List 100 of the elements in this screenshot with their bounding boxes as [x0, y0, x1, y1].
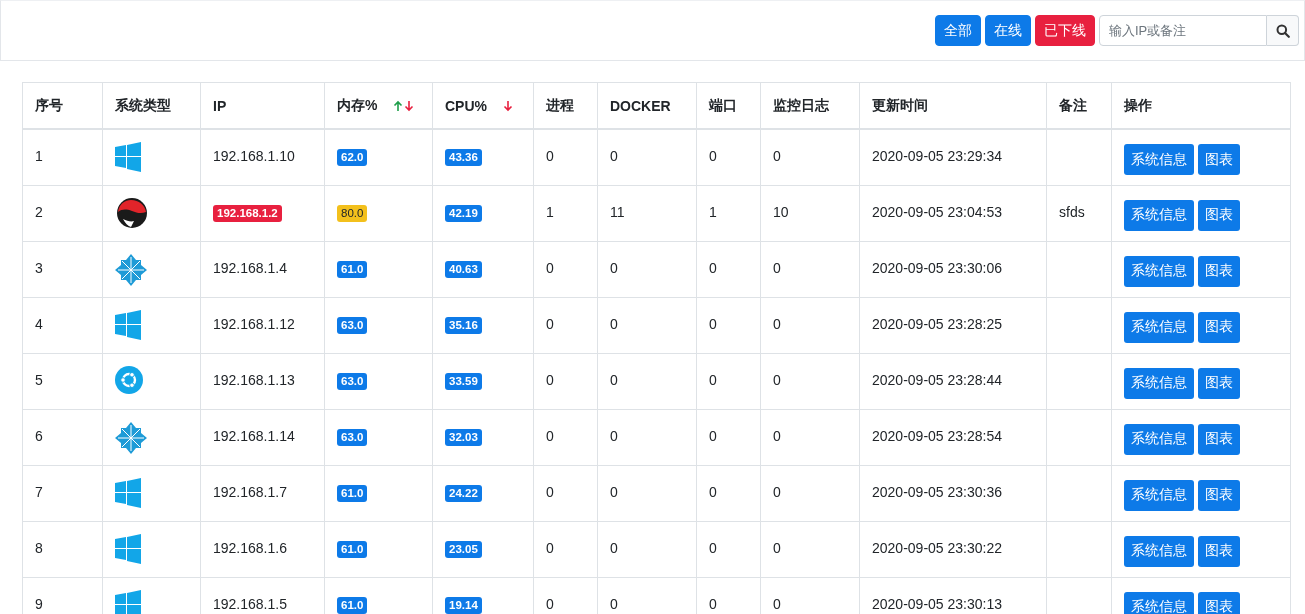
process-count: 0 — [546, 371, 554, 388]
ip-address: 192.168.1.13 — [213, 371, 295, 388]
sort-down-icon[interactable] — [404, 99, 415, 112]
cpu-badge: 35.16 — [445, 316, 482, 334]
update-time: 2020-09-05 23:04:53 — [872, 203, 1002, 220]
cpu-badge: 33.59 — [445, 372, 482, 390]
row-number: 5 — [35, 371, 43, 388]
log-count: 0 — [773, 148, 781, 164]
memory-badge: 80.0 — [337, 204, 368, 222]
action-button[interactable]: 图表 — [1198, 423, 1240, 455]
docker-count: 0 — [610, 427, 618, 444]
log-count: 0 — [773, 595, 781, 612]
ip-badge: 192.168.1.2 — [213, 204, 282, 222]
action-button[interactable]: 系统信息 — [1124, 367, 1194, 399]
column-header: 更新时间 — [872, 96, 928, 115]
port-count: 0 — [709, 595, 717, 612]
ip-address: 192.168.1.5 — [213, 595, 287, 612]
update-time: 2020-09-05 23:28:25 — [872, 315, 1002, 332]
port-count: 0 — [709, 539, 717, 556]
ip-address: 192.168.1.6 — [213, 539, 287, 556]
filter-button[interactable]: 已下线 — [1035, 15, 1095, 46]
hat-icon — [115, 197, 149, 228]
column-header: 序号 — [35, 96, 63, 115]
sort-down-icon[interactable] — [503, 99, 513, 112]
process-count: 0 — [546, 259, 554, 276]
memory-badge: 62.0 — [337, 149, 368, 166]
ip-address: 192.168.1.7 — [213, 483, 287, 500]
log-count: 0 — [773, 427, 781, 444]
search-button[interactable] — [1267, 15, 1299, 46]
docker-count: 0 — [610, 315, 618, 332]
memory-badge: 63.0 — [337, 372, 368, 390]
log-count: 0 — [773, 259, 781, 276]
action-button[interactable]: 图表 — [1198, 479, 1240, 511]
docker-count: 0 — [610, 595, 618, 612]
action-button[interactable]: 图表 — [1198, 591, 1240, 614]
action-button[interactable]: 系统信息 — [1124, 144, 1194, 175]
action-button[interactable]: 图表 — [1198, 144, 1240, 175]
port-count: 0 — [709, 315, 717, 332]
process-count: 1 — [546, 203, 554, 220]
update-time: 2020-09-05 23:29:34 — [872, 148, 1002, 164]
column-header: 备注 — [1059, 96, 1087, 115]
action-button[interactable]: 系统信息 — [1124, 535, 1194, 567]
process-count: 0 — [546, 539, 554, 556]
row-number: 7 — [35, 483, 43, 500]
search-icon — [1275, 23, 1290, 38]
action-button[interactable]: 系统信息 — [1124, 423, 1194, 455]
column-header: 端口 — [709, 96, 737, 115]
port-count: 0 — [709, 148, 717, 164]
port-count: 0 — [709, 259, 717, 276]
action-button[interactable]: 图表 — [1198, 255, 1240, 287]
docker-count: 0 — [610, 483, 618, 500]
log-count: 0 — [773, 483, 781, 500]
ubuntu-icon — [115, 365, 143, 394]
cpu-badge: 40.63 — [445, 260, 482, 278]
row-number: 1 — [35, 148, 43, 164]
docker-count: 0 — [610, 371, 618, 388]
filter-button[interactable]: 在线 — [985, 15, 1031, 46]
sort-up-icon[interactable] — [393, 99, 404, 112]
search-field[interactable]: 输入IP或备注 — [1099, 15, 1267, 46]
memory-badge: 63.0 — [337, 316, 368, 334]
windows-icon — [115, 533, 141, 564]
process-count: 0 — [546, 148, 554, 164]
action-button[interactable]: 图表 — [1198, 311, 1240, 343]
cpu-badge: 23.05 — [445, 540, 482, 558]
column-header: 进程 — [546, 96, 574, 115]
action-button[interactable]: 系统信息 — [1124, 479, 1194, 511]
update-time: 2020-09-05 23:28:54 — [872, 427, 1002, 444]
row-number: 8 — [35, 539, 43, 556]
cpu-badge: 32.03 — [445, 428, 482, 446]
cpu-badge: 24.22 — [445, 484, 482, 502]
ip-address: 192.168.1.10 — [213, 148, 295, 164]
process-count: 0 — [546, 427, 554, 444]
action-button[interactable]: 系统信息 — [1124, 311, 1194, 343]
cpu-badge: 43.36 — [445, 149, 482, 166]
update-time: 2020-09-05 23:30:13 — [872, 595, 1002, 612]
cpu-badge: 19.14 — [445, 596, 482, 614]
ip-address: 192.168.1.4 — [213, 259, 287, 276]
action-button[interactable]: 图表 — [1198, 535, 1240, 567]
update-time: 2020-09-05 23:30:22 — [872, 539, 1002, 556]
update-time: 2020-09-05 23:30:06 — [872, 259, 1002, 276]
action-button[interactable]: 系统信息 — [1124, 199, 1194, 231]
column-header: 操作 — [1124, 96, 1152, 115]
docker-count: 0 — [610, 148, 618, 164]
filter-button[interactable]: 全部 — [935, 15, 981, 46]
log-count: 0 — [773, 539, 781, 556]
windows-icon — [115, 477, 141, 508]
log-count: 10 — [773, 203, 789, 220]
action-button[interactable]: 系统信息 — [1124, 255, 1194, 287]
memory-badge: 61.0 — [337, 484, 368, 502]
row-number: 9 — [35, 595, 43, 612]
docker-count: 11 — [610, 203, 625, 220]
column-header: 系统类型 — [115, 96, 171, 115]
column-header: CPU% — [445, 97, 487, 114]
action-button[interactable]: 图表 — [1198, 367, 1240, 399]
column-header: DOCKER — [610, 97, 671, 114]
memory-badge: 61.0 — [337, 596, 368, 614]
ip-address: 192.168.1.14 — [213, 427, 295, 444]
action-button[interactable]: 系统信息 — [1124, 591, 1194, 614]
action-button[interactable]: 图表 — [1198, 199, 1240, 231]
memory-badge: 61.0 — [337, 540, 368, 558]
